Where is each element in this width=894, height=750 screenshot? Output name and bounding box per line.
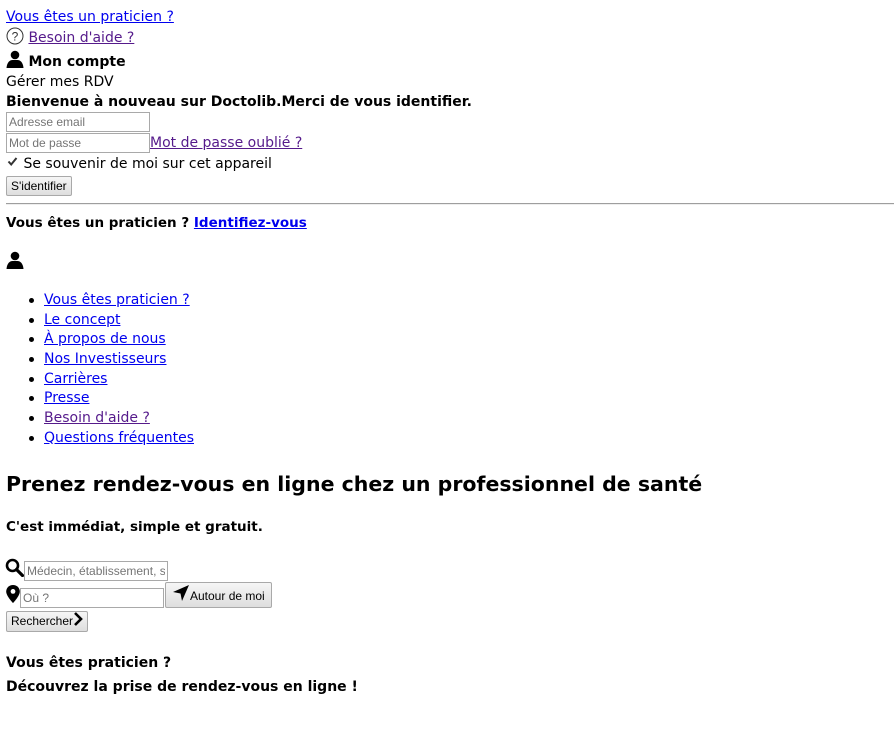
location-input[interactable] (20, 588, 164, 608)
remember-checkbox[interactable] (6, 154, 19, 174)
practitioner-bar: Vous êtes un praticien ? Identifiez-vous (6, 213, 307, 233)
menu-item: Vous êtes praticien ? (0, 290, 194, 310)
promo-line-1: Vous êtes praticien ? (6, 655, 172, 671)
chevron-right-icon (73, 612, 83, 631)
user-menu-icon[interactable] (6, 251, 24, 275)
menu-link-faq[interactable]: Questions fréquentes (44, 430, 194, 446)
help-link[interactable]: Besoin d'aide ? (28, 30, 134, 46)
menu-link-careers[interactable]: Carrières (44, 371, 107, 387)
manage-rdv[interactable]: Gérer mes RDV (6, 72, 114, 92)
account-menu[interactable]: Mon compte (6, 50, 126, 74)
svg-text:?: ? (12, 30, 19, 44)
password-field[interactable] (6, 133, 150, 153)
search-button[interactable]: Rechercher (6, 611, 89, 632)
menu-item: Questions fréquentes (0, 428, 194, 448)
sign-in-button[interactable]: S'identifier (6, 176, 72, 196)
account-label: Mon compte (28, 54, 126, 70)
promo-line-2: Découvrez la prise de rendez-vous en lig… (6, 679, 358, 695)
practitioner-link[interactable]: Vous êtes un praticien ? (6, 7, 174, 27)
nearby-label: Autour de moi (190, 588, 265, 603)
help-row: ? Besoin d'aide ? (6, 27, 134, 51)
identify-link[interactable]: Identifiez-vous (194, 215, 307, 231)
forgot-password-link[interactable]: Mot de passe oublié ? (150, 133, 302, 153)
menu-link-press[interactable]: Presse (44, 390, 89, 406)
menu-link-about[interactable]: À propos de nous (44, 331, 166, 347)
email-field[interactable] (6, 112, 150, 132)
menu-link-investors[interactable]: Nos Investisseurs (44, 351, 166, 367)
location-arrow-icon (172, 584, 190, 607)
divider (6, 203, 894, 205)
menu-item: Carrières (0, 369, 194, 389)
welcome-message: Bienvenue à nouveau sur Doctolib.Merci d… (6, 94, 472, 110)
nav-menu: Vous êtes praticien ? Le concept À propo… (0, 290, 194, 448)
menu-item: Besoin d'aide ? (0, 408, 194, 428)
menu-link-concept[interactable]: Le concept (44, 312, 120, 328)
hero-subtitle: C'est immédiat, simple et gratuit. (6, 519, 263, 535)
search-icon (5, 558, 25, 583)
menu-item: Presse (0, 388, 194, 408)
practitioner-bar-text: Vous êtes un praticien ? (6, 215, 190, 231)
remember-row: Se souvenir de moi sur cet appareil (6, 154, 272, 174)
help-circle-icon: ? (6, 27, 24, 51)
menu-item: À propos de nous (0, 329, 194, 349)
map-marker-icon (6, 585, 20, 609)
menu-item: Nos Investisseurs (0, 349, 194, 369)
nearby-button[interactable]: Autour de moi (165, 582, 272, 608)
remember-label: Se souvenir de moi sur cet appareil (23, 156, 272, 172)
search-button-label: Rechercher (11, 614, 74, 628)
search-input[interactable] (24, 561, 168, 581)
hero-title: Prenez rendez-vous en ligne chez un prof… (6, 472, 703, 496)
menu-link-help[interactable]: Besoin d'aide ? (44, 410, 150, 426)
user-icon (6, 50, 24, 74)
menu-item: Le concept (0, 310, 194, 330)
menu-link-practitioner[interactable]: Vous êtes praticien ? (44, 292, 190, 308)
